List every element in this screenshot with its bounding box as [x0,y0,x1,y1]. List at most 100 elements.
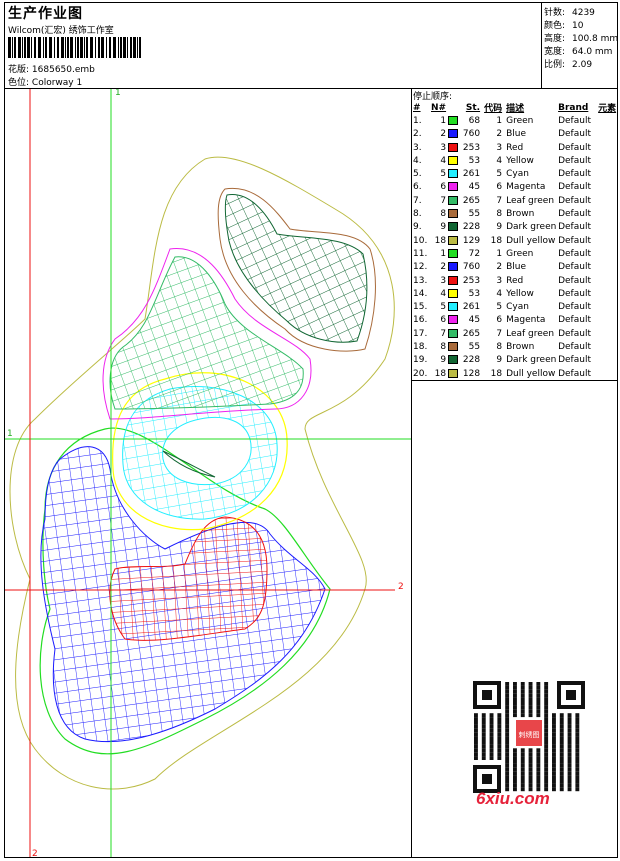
row-needle: 1 [440,115,447,126]
table-divider [411,380,618,381]
row-element [598,194,616,207]
row-brand: Default [558,341,591,352]
row-code: 5 [496,169,503,180]
row-index: 11. [413,248,428,259]
row-brand: Default [558,262,591,273]
studio-name: Wilcom(汇宏) 绣饰工作室 [8,26,114,36]
stat-height: 高度: 100.8 mm [544,31,618,44]
colorway-label: 色位: [8,78,30,88]
color-swatch [448,262,459,272]
row-description: Leaf green [506,328,555,339]
colorway-line: 色位: Colorway 1 [8,75,82,88]
page-title: 生产作业图 [8,6,83,22]
col-header-swatch [448,101,462,114]
row-swatch [448,367,462,380]
row-swatch [448,114,462,127]
row-code: 6 [496,182,503,193]
row-code: 8 [496,209,503,220]
row-swatch [448,221,462,234]
row-stitches: 55 [468,341,481,352]
row-stitches: 228 [462,355,481,366]
row-code: 18 [490,368,503,379]
table-row: 17. 7 265 7 Leaf green Default [411,327,616,340]
row-index: 18. [413,341,428,352]
row-element [598,261,616,274]
row-needle: 18 [434,368,447,379]
table-row: 4. 4 53 4 Yellow Default [411,154,616,167]
row-index: 6. [413,182,422,193]
row-stitches: 45 [468,182,481,193]
row-needle: 5 [440,302,447,313]
row-needle: 7 [440,195,447,206]
row-stitches: 760 [462,129,481,140]
row-code: 4 [496,155,503,166]
row-brand: Default [558,275,591,286]
row-stitches: 253 [462,275,481,286]
row-index: 17. [413,328,428,339]
stat-value: 2.09 [572,60,593,70]
guide-label-bottom: 2 [32,849,38,857]
row-stitches: 68 [468,115,481,126]
row-brand: Default [558,142,591,153]
stat-label: 针数: [544,8,566,18]
table-row: 16. 6 45 6 Magenta Default [411,314,616,327]
row-description: Magenta [506,182,546,193]
row-swatch [448,327,462,340]
row-code: 1 [496,115,503,126]
color-swatch [448,275,459,285]
row-brand: Default [558,222,591,233]
row-description: Dark green [506,355,557,366]
row-needle: 3 [440,142,447,153]
row-needle: 6 [440,182,447,193]
stat-colors: 颜色: 10 [544,18,583,31]
table-row: 20. 18 128 18 Dull yellow Default [411,367,616,380]
row-index: 16. [413,315,428,326]
table-row: 13. 3 253 3 Red Default [411,274,616,287]
row-description: Yellow [506,288,534,299]
color-swatch [448,355,459,365]
row-description: Green [506,248,534,259]
color-swatch [448,368,459,378]
row-code: 18 [490,235,503,246]
table-row: 18. 8 55 8 Brown Default [411,340,616,353]
embroidery-design-canvas: 1 1 2 2 [5,89,411,857]
row-element [598,247,616,260]
guide-label-right: 2 [398,582,404,592]
row-swatch [448,354,462,367]
row-index: 5. [413,169,422,180]
table-row: 14. 4 53 4 Yellow Default [411,287,616,300]
qr-badge-text: 刺绣图 [519,730,540,739]
color-swatch [448,195,459,205]
row-brand: Default [558,235,591,246]
row-index: 19. [413,355,428,366]
row-brand: Default [558,288,591,299]
table-row: 8. 8 55 8 Brown Default [411,207,616,220]
row-element [598,154,616,167]
stat-scale: 比例: 2.09 [544,57,592,70]
row-swatch [448,314,462,327]
stat-value: 100.8 mm [572,34,619,44]
row-brand: Default [558,315,591,326]
row-description: Dull yellow [506,368,556,379]
row-element [598,181,616,194]
row-code: 3 [496,275,503,286]
row-code: 7 [496,195,503,206]
table-row: 19. 9 228 9 Dark green Default [411,354,616,367]
row-stitches: 228 [462,222,481,233]
design-file-value: 1685650.emb [31,65,95,75]
stat-value: 4239 [572,8,595,18]
row-description: Red [506,142,524,153]
row-needle: 4 [440,155,447,166]
stop-sequence-table: # N# St. 代码 描述 Brand 元素 1. 1 68 1 Green Defau… [411,101,616,380]
row-swatch [448,261,462,274]
row-needle: 8 [440,209,447,220]
row-description: Green [506,115,534,126]
stat-label: 颜色: [544,21,566,31]
row-index: 2. [413,129,422,140]
row-swatch [448,141,462,154]
row-swatch [448,167,462,180]
row-element [598,287,616,300]
row-needle: 2 [440,129,447,140]
row-swatch [448,287,462,300]
table-row: 12. 2 760 2 Blue Default [411,261,616,274]
